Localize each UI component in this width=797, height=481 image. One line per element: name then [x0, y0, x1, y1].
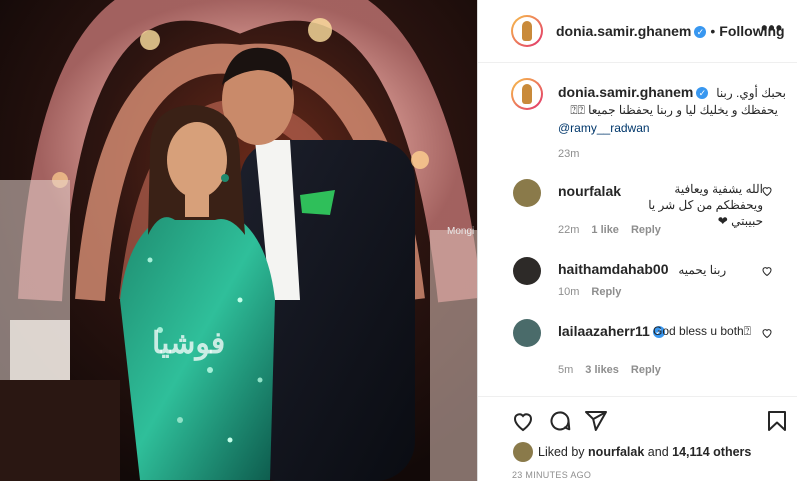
photo-illustration	[0, 0, 477, 481]
commenter-avatar[interactable]	[513, 257, 541, 285]
separator-dot: •	[710, 23, 716, 39]
photo-watermark: Mongi	[447, 226, 475, 237]
commenter-avatar[interactable]	[513, 179, 541, 207]
liker-avatar[interactable]	[513, 442, 533, 462]
comment-header: lailaazaherr11 ✓	[558, 323, 665, 339]
post-side-pane: donia.samir.ghanem ✓ • Following ••• donia.…	[478, 0, 797, 481]
liker-username[interactable]: nourfalak	[588, 445, 644, 459]
likes-count-link[interactable]: 14,114 others	[672, 445, 751, 459]
share-icon[interactable]	[584, 409, 608, 433]
comment-text: ربنا يحميه	[678, 263, 727, 277]
likes-row: Liked by nourfalak and 14,114 others	[478, 440, 797, 464]
small-heart-icon[interactable]	[761, 327, 773, 339]
comment-meta: 10m Reply	[558, 286, 621, 298]
comment-time: 22m	[558, 224, 580, 236]
comment-time: 10m	[558, 286, 580, 298]
instagram-post: Mongi فوشيا donia.samir.ghanem ✓ • Followin…	[0, 0, 797, 481]
caption-avatar[interactable]	[511, 78, 543, 110]
caption-line-2: يحفظك و يخليك ليا و ربنا يحفظنا جميعا ⍰⍰	[570, 103, 778, 117]
bookmark-icon[interactable]	[765, 409, 789, 433]
comment-header: nourfalak	[558, 183, 621, 199]
comment-row: haithamdahab00 ربنا يحميه 10m Reply	[478, 255, 797, 303]
post-photo[interactable]: Mongi فوشيا	[0, 0, 477, 481]
comment-text: الله يشفية ويعافية ويحفظكم من كل شر يا ح…	[648, 182, 763, 228]
small-heart-icon[interactable]	[761, 265, 773, 277]
comment-username[interactable]: nourfalak	[558, 183, 621, 199]
post-timestamp: 23 MINUTES AGO	[512, 470, 592, 480]
likes-summary: Liked by nourfalak and 14,114 others	[538, 445, 751, 459]
comment-header: haithamdahab00 ربنا يحميه	[558, 261, 726, 277]
comment-meta: 5m 3 likes Reply	[558, 364, 661, 376]
verified-badge-icon: ✓	[696, 87, 709, 100]
comment-text: God bless u both⍰	[653, 324, 751, 338]
comment-likes[interactable]: 1 like	[591, 224, 619, 236]
comment-time: 5m	[558, 364, 574, 376]
verified-badge-icon: ✓	[694, 26, 707, 39]
comment-row: nourfalak الله يشفية ويعافية ويحفظكم من …	[478, 177, 797, 247]
header-meta: donia.samir.ghanem ✓ • Following	[556, 23, 785, 39]
likes-and: and	[647, 445, 669, 459]
reply-button[interactable]: Reply	[631, 364, 661, 376]
more-options-icon[interactable]: •••	[761, 18, 783, 39]
small-heart-icon[interactable]	[761, 185, 773, 197]
comment-likes[interactable]: 3 likes	[585, 364, 619, 376]
caption-time: 23m	[558, 148, 580, 160]
likes-prefix: Liked by	[538, 445, 585, 459]
caption-header: donia.samir.ghanem ✓ بحبك أوي. ربنا	[558, 84, 786, 100]
reply-button[interactable]: Reply	[631, 224, 661, 236]
comment-meta: 22m 1 like Reply	[558, 224, 661, 236]
comment-username[interactable]: haithamdahab00	[558, 261, 668, 277]
caption-line-1: بحبك أوي. ربنا	[716, 86, 787, 100]
author-username[interactable]: donia.samir.ghanem	[556, 23, 691, 39]
caption-row: donia.samir.ghanem ✓ بحبك أوي. ربنا يحفظك…	[478, 78, 797, 168]
reply-button[interactable]: Reply	[591, 286, 621, 298]
comment-username[interactable]: lailaazaherr11	[558, 323, 650, 339]
comment-icon[interactable]	[548, 409, 572, 433]
caption-meta: 23m	[558, 148, 591, 160]
post-header: donia.samir.ghanem ✓ • Following •••	[478, 0, 797, 63]
heart-icon[interactable]	[511, 409, 535, 433]
commenter-avatar[interactable]	[513, 319, 541, 347]
caption-mention-link[interactable]: @ramy__radwan	[558, 120, 758, 136]
caption-username[interactable]: donia.samir.ghanem	[558, 84, 693, 100]
author-avatar[interactable]	[511, 15, 543, 47]
comments-list: donia.samir.ghanem ✓ بحبك أوي. ربنا يحفظك…	[478, 63, 797, 393]
overlay-logo: فوشيا	[152, 327, 226, 360]
comment-row: lailaazaherr11 ✓ God bless u both⍰ 5m 3 li…	[478, 317, 797, 387]
